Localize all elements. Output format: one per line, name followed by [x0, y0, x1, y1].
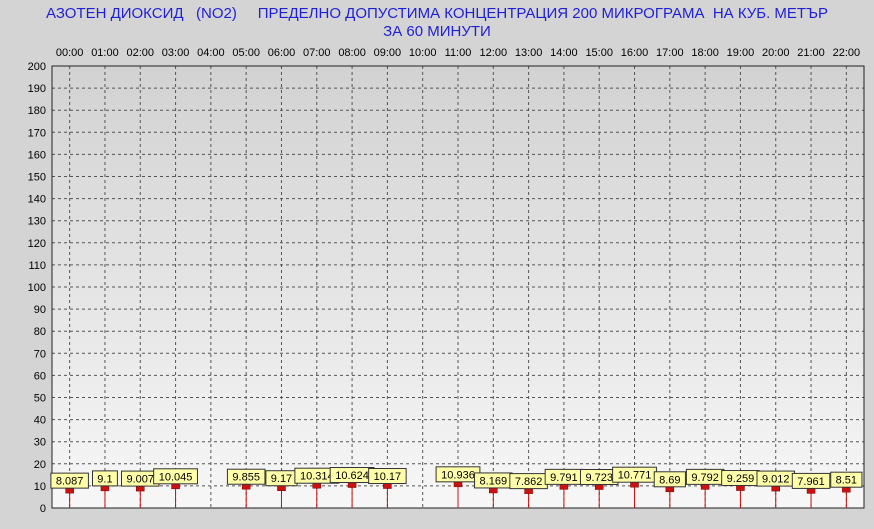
y-tick-label: 160	[28, 149, 46, 161]
chart: 0 10 20 30 40 50 60 70 80 90 100 110 120 130 140 150 160…	[28, 47, 865, 515]
data-label: 10.936	[441, 469, 475, 481]
data-label: 9.17	[271, 473, 292, 485]
x-tick-label: 09:00	[374, 47, 402, 59]
x-tick-label: 18:00	[691, 47, 719, 59]
data-label: 8.51	[836, 475, 857, 487]
y-tick-label: 120	[28, 238, 46, 250]
x-tick-label: 02:00	[126, 47, 154, 59]
y-tick-label: 50	[34, 393, 46, 405]
data-label: 9.791	[550, 472, 578, 484]
x-tick-label: 16:00	[621, 47, 649, 59]
y-tick-label: 140	[28, 194, 46, 206]
x-tick-label: 01:00	[91, 47, 119, 59]
y-tick-label: 40	[34, 415, 46, 427]
x-tick-label: 10:00	[409, 47, 437, 59]
x-tick-label: 04:00	[197, 47, 225, 59]
y-tick-label: 150	[28, 172, 46, 184]
data-label: 8.169	[480, 475, 508, 487]
data-label: 9.855	[232, 472, 260, 484]
data-label: 7.961	[797, 476, 825, 488]
x-tick-label: 13:00	[515, 47, 543, 59]
x-tick-label: 19:00	[727, 47, 755, 59]
x-tick-label: 05:00	[232, 47, 260, 59]
y-tick-label: 170	[28, 127, 46, 139]
x-tick-label: 11:00	[445, 47, 472, 59]
x-tick-label: 17:00	[656, 47, 684, 59]
y-tick-label: 30	[34, 437, 46, 449]
x-tick-label: 08:00	[338, 47, 366, 59]
data-label: 10.771	[618, 470, 652, 482]
x-tick-label: 07:00	[303, 47, 331, 59]
y-tick-label: 100	[28, 282, 46, 294]
x-tick-label: 03:00	[162, 47, 190, 59]
data-label: 9.012	[762, 474, 790, 486]
x-tick-label: 06:00	[268, 47, 296, 59]
y-tick-label: 110	[28, 260, 46, 272]
data-label: 8.087	[56, 476, 84, 488]
y-tick-label: 130	[28, 216, 46, 228]
data-label: 9.007	[126, 474, 154, 486]
data-label: 10.314	[300, 471, 334, 483]
y-tick-label: 190	[28, 83, 46, 95]
y-tick-label: 20	[34, 459, 46, 471]
x-tick-label: 21:00	[797, 47, 825, 59]
x-tick-label: 14:00	[550, 47, 578, 59]
y-tick-label: 60	[34, 370, 46, 382]
y-tick-label: 0	[40, 503, 46, 515]
x-tick-label: 22:00	[833, 47, 861, 59]
x-tick-label: 12:00	[480, 47, 508, 59]
data-label: 9.723	[585, 472, 613, 484]
x-tick-label: 15:00	[585, 47, 613, 59]
y-tick-label: 200	[28, 61, 46, 73]
x-tick-label: 00:00	[56, 47, 84, 59]
data-label: 10.045	[159, 471, 193, 483]
data-label: 9.1	[97, 473, 112, 485]
y-tick-label: 70	[34, 348, 46, 360]
y-tick-label: 80	[34, 326, 46, 338]
y-tick-label: 180	[28, 105, 46, 117]
y-tick-label: 90	[34, 304, 46, 316]
data-label: 8.69	[659, 474, 680, 486]
data-label: 10.624	[335, 470, 369, 482]
data-label: 7.862	[515, 476, 543, 488]
y-tick-label: 10	[34, 481, 46, 493]
data-label: 9.792	[691, 472, 719, 484]
x-tick-label: 20:00	[762, 47, 790, 59]
data-label: 9.259	[727, 473, 755, 485]
data-label: 10.17	[374, 471, 402, 483]
